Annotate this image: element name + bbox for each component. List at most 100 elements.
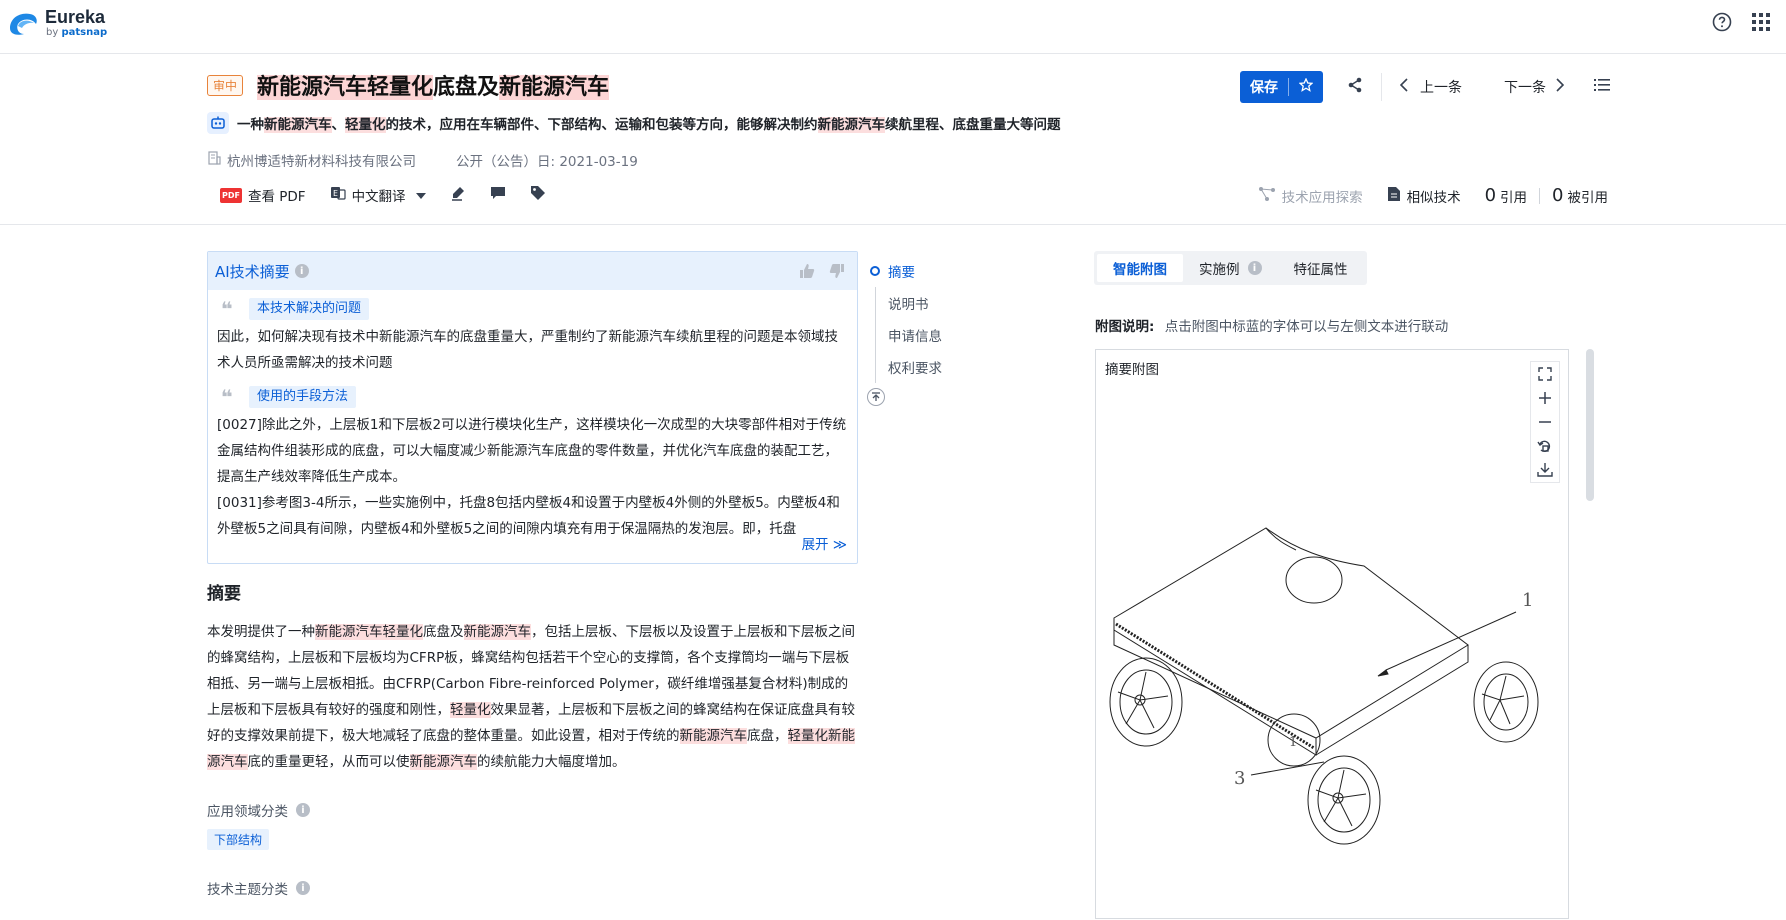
thumbs-down-icon[interactable]: [829, 263, 845, 283]
citation-count[interactable]: 0 引用: [1485, 185, 1541, 206]
figure-number-1: 1: [1522, 590, 1533, 611]
translate-icon: E: [330, 185, 346, 205]
star-icon[interactable]: [1298, 77, 1314, 96]
tag-icon: [530, 185, 546, 205]
thumbs-up-icon[interactable]: [799, 263, 815, 283]
abstract-body: 本发明提供了一种新能源汽车轻量化底盘及新能源汽车，包括上层板、下层板以及设置于上…: [207, 619, 858, 775]
abstract-text: 本发明提供了一种: [207, 624, 315, 640]
brand-name: Eureka: [45, 7, 106, 27]
list-icon: [1594, 78, 1610, 96]
expand-link[interactable]: 展开 ≫: [795, 532, 847, 558]
topic-label: 技术主题分类 i: [207, 878, 310, 898]
back-to-top-icon[interactable]: [867, 388, 885, 406]
ai-one-line-summary: 一种新能源汽车、轻量化的技术，应用在车辆部件、下部结构、运输和包装等方向，能够解…: [207, 112, 1061, 134]
highlight-pen-button[interactable]: [450, 185, 466, 205]
app-field-label: 应用领域分类 i: [207, 800, 310, 820]
status-badge: 审中: [207, 75, 244, 96]
figure-viewer[interactable]: 摘要附图 1 3 1: [1095, 349, 1569, 919]
figure-tabs: 智能附图 实施例 i 特征属性: [1094, 251, 1367, 285]
figure-scrollbar[interactable]: [1585, 349, 1595, 907]
company-name[interactable]: 杭州博适特新材料科技有限公司: [227, 150, 416, 170]
outline-item-description[interactable]: 说明书: [870, 287, 942, 319]
abstract-text: 底的重量更轻，从而可以使: [247, 754, 410, 770]
figure-label: 摘要附图: [1105, 362, 1159, 378]
translate-dropdown[interactable]: E 中文翻译: [330, 185, 426, 205]
tag-button[interactable]: [530, 185, 546, 205]
patent-meta: 杭州博适特新材料科技有限公司 公开（公告）日: 2021-03-19: [207, 150, 638, 170]
list-button[interactable]: [1594, 78, 1610, 96]
view-pdf-button[interactable]: PDF 查看 PDF: [220, 185, 306, 205]
ai-line-text: 的技术，应用在车辆部件、下部结构、运输和包装等方向，能够解决制约: [385, 117, 818, 133]
document-toolbar: PDF 查看 PDF E 中文翻译: [220, 185, 570, 205]
chevron-left-icon: [1399, 78, 1408, 96]
header-actions: 保存 上一条 下一条: [1240, 71, 1610, 103]
pdf-icon: PDF: [220, 187, 242, 203]
comment-icon: [490, 185, 506, 205]
info-icon[interactable]: i: [296, 881, 310, 895]
top-bar: Eureka by patsnap: [0, 0, 1786, 54]
patent-header: 审中 新能源汽车轻量化底盘及新能源汽车 一种新能源汽车、轻量化的技术，应用在车辆…: [0, 55, 1786, 225]
figure-number-3: 3: [1234, 768, 1245, 789]
title-highlight: 新能源汽车: [499, 75, 610, 100]
ai-line-highlight: 新能源汽车: [817, 117, 885, 133]
similar-tech-button[interactable]: 相似技术: [1387, 186, 1461, 206]
quote-icon: ❝: [221, 385, 233, 409]
ai-line-highlight: 轻量化: [345, 117, 386, 133]
active-dot-icon: [870, 266, 880, 276]
next-record-button[interactable]: 下一条: [1498, 77, 1565, 97]
right-tools: 技术应用探索 相似技术 0 引用 0 被引用: [1234, 185, 1608, 206]
problem-label: 本技术解决的问题: [249, 298, 370, 320]
tab-smart-figures[interactable]: 智能附图: [1097, 254, 1183, 282]
comment-button[interactable]: [490, 185, 506, 205]
eureka-logo-icon: [10, 13, 37, 35]
save-button[interactable]: 保存: [1240, 71, 1323, 103]
network-icon: [1258, 186, 1276, 206]
share-button[interactable]: [1347, 77, 1363, 97]
ai-line-text: 一种: [237, 117, 264, 133]
means-text-1: [0027]除此之外，上层板1和下层板2可以进行模块化生产，这样模块化一次成型的…: [217, 417, 847, 485]
ai-line-text: 、: [331, 117, 346, 133]
company-icon: [207, 151, 221, 169]
help-icon[interactable]: [1712, 12, 1732, 36]
section-outline: 摘要 说明书 申请信息 权利要求: [870, 255, 942, 383]
info-icon[interactable]: i: [294, 264, 309, 278]
ai-summary-body: ❝ 本技术解决的问题 因此，如何解决现有技术中新能源汽车的底盘重量大，严重制约了…: [208, 290, 857, 564]
prev-record-button[interactable]: 上一条: [1399, 77, 1468, 97]
ai-line-text: 续航里程、底盘重量大等问题: [885, 117, 1061, 133]
info-icon[interactable]: i: [296, 803, 310, 817]
svg-text:E: E: [333, 189, 338, 198]
means-label: 使用的手段方法: [249, 386, 357, 408]
chevron-right-icon: [1556, 78, 1565, 96]
chevron-down-icon: [415, 187, 426, 203]
ai-summary-header: AI技术摘要 i: [208, 252, 857, 290]
abstract-text: 的续航能力大幅度增加。: [477, 754, 626, 770]
app-field-tag[interactable]: 下部结构: [207, 829, 270, 850]
pen-icon: [450, 185, 466, 205]
abstract-highlight: 新能源汽车轻量化: [315, 624, 423, 640]
tech-explore-button[interactable]: 技术应用探索: [1258, 186, 1363, 206]
eureka-logo[interactable]: Eureka by patsnap: [6, 8, 107, 38]
brand-by: by patsnap: [46, 27, 108, 38]
problem-text: 因此，如何解决现有技术中新能源汽车的底盘重量大，严重制约了新能源汽车续航里程的问…: [217, 329, 838, 371]
chassis-figure: 1 3 1: [1109, 527, 1539, 845]
share-icon: [1347, 77, 1363, 97]
abstract-title: 摘要: [207, 584, 241, 604]
cited-by-count[interactable]: 0 被引用: [1552, 185, 1608, 206]
means-text-2: [0031]参考图3-4所示，一些实施例中，托盘8包括内壁板4和设置于内壁板4外…: [217, 495, 840, 537]
page-title: 新能源汽车轻量化底盘及新能源汽车: [257, 69, 610, 101]
abstract-text: 底盘及: [423, 624, 464, 640]
info-icon: i: [1247, 261, 1262, 275]
tab-features[interactable]: 特征属性: [1278, 254, 1364, 282]
document-icon: [1387, 186, 1401, 206]
abstract-highlight: 新能源汽车: [409, 754, 477, 770]
ai-line-highlight: 新能源汽车: [264, 117, 332, 133]
abstract-highlight: 新能源汽车: [679, 728, 747, 744]
apps-grid-icon[interactable]: [1752, 13, 1770, 35]
title-text: 底盘及: [433, 75, 500, 100]
outline-item-application[interactable]: 申请信息: [870, 319, 942, 351]
figure-caption: 附图说明: 点击附图中标蓝的字体可以与左侧文本进行联动: [1095, 319, 1449, 335]
title-highlight: 新能源汽车轻量化: [257, 75, 434, 100]
tab-embodiments[interactable]: 实施例 i: [1183, 254, 1278, 282]
outline-item-abstract[interactable]: 摘要: [870, 255, 942, 287]
outline-item-claims[interactable]: 权利要求: [870, 351, 942, 383]
